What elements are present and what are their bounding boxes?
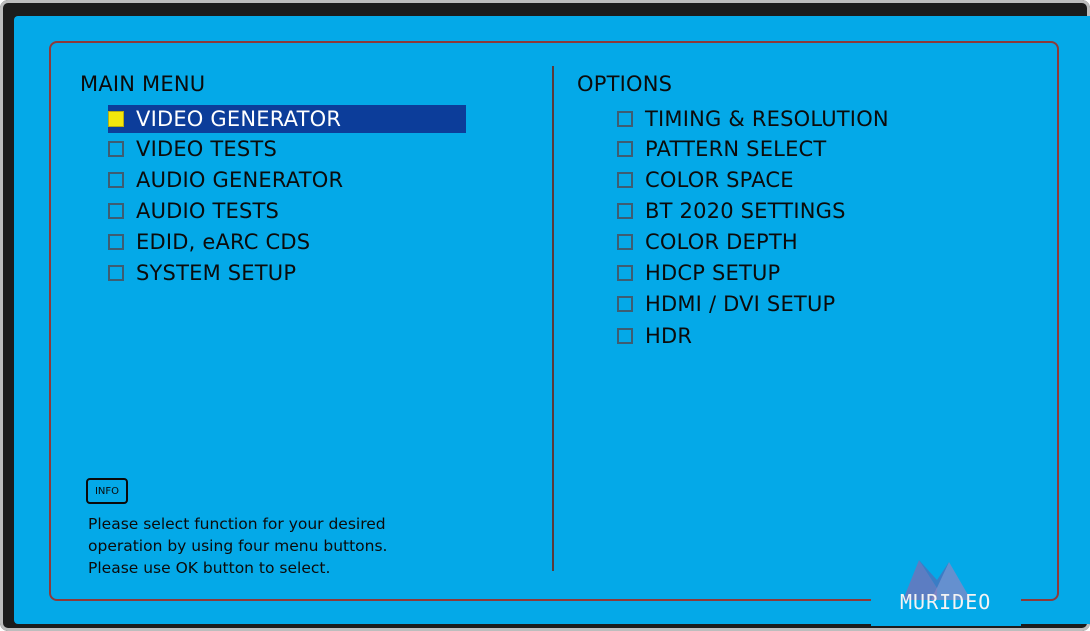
menu-item-label: AUDIO GENERATOR <box>136 168 344 192</box>
menu-screen: MAIN MENU VIDEO GENERATOR VIDEO TESTS AU… <box>14 16 1090 626</box>
main-menu-title: MAIN MENU <box>80 72 206 96</box>
option-pattern-select[interactable]: PATTERN SELECT <box>617 135 826 163</box>
checkbox-icon <box>108 265 124 281</box>
checkbox-icon <box>617 265 633 281</box>
menu-item-label: SYSTEM SETUP <box>136 261 297 285</box>
option-label: TIMING & RESOLUTION <box>645 107 889 131</box>
option-label: HDCP SETUP <box>645 261 781 285</box>
checkbox-icon <box>617 172 633 188</box>
menu-item-audio-tests[interactable]: AUDIO TESTS <box>108 197 279 225</box>
menu-item-video-tests[interactable]: VIDEO TESTS <box>108 135 277 163</box>
option-label: HDMI / DVI SETUP <box>645 292 836 316</box>
column-divider <box>552 66 554 571</box>
checkbox-icon <box>617 328 633 344</box>
option-color-space[interactable]: COLOR SPACE <box>617 166 794 194</box>
checkbox-icon <box>617 296 633 312</box>
option-hdr[interactable]: HDR <box>617 322 692 350</box>
help-line: Please use OK button to select. <box>88 559 331 577</box>
option-color-depth[interactable]: COLOR DEPTH <box>617 228 798 256</box>
menu-item-video-generator[interactable]: VIDEO GENERATOR <box>108 105 466 133</box>
checkbox-icon <box>108 172 124 188</box>
checkbox-icon <box>108 203 124 219</box>
menu-item-label: VIDEO GENERATOR <box>136 107 342 131</box>
checkbox-icon <box>617 141 633 157</box>
help-line: operation by using four menu buttons. <box>88 537 388 555</box>
option-label: BT 2020 SETTINGS <box>645 199 846 223</box>
brand-area: MURIDEO <box>871 560 1021 626</box>
option-label: PATTERN SELECT <box>645 137 827 161</box>
option-label: HDR <box>645 324 693 348</box>
menu-item-label: VIDEO TESTS <box>136 137 277 161</box>
options-title: OPTIONS <box>577 72 673 96</box>
option-hdcp-setup[interactable]: HDCP SETUP <box>617 259 780 287</box>
checkbox-icon <box>617 111 633 127</box>
option-label: COLOR SPACE <box>645 168 794 192</box>
info-button[interactable]: INFO <box>86 478 128 504</box>
menu-item-system-setup[interactable]: SYSTEM SETUP <box>108 259 296 287</box>
menu-item-label: EDID, eARC CDS <box>136 230 311 254</box>
option-timing-resolution[interactable]: TIMING & RESOLUTION <box>617 105 889 133</box>
checkbox-icon <box>108 141 124 157</box>
option-label: COLOR DEPTH <box>645 230 798 254</box>
menu-item-label: AUDIO TESTS <box>136 199 280 223</box>
option-bt-2020-settings[interactable]: BT 2020 SETTINGS <box>617 197 846 225</box>
help-text: Please select function for your desired … <box>88 513 528 579</box>
checkbox-icon <box>108 234 124 250</box>
brand-name: MURIDEO <box>900 590 992 614</box>
help-line: Please select function for your desired <box>88 515 386 533</box>
option-hdmi-dvi-setup[interactable]: HDMI / DVI SETUP <box>617 290 835 318</box>
monitor-bezel: MAIN MENU VIDEO GENERATOR VIDEO TESTS AU… <box>0 0 1090 631</box>
checkbox-icon <box>617 203 633 219</box>
checkbox-icon <box>617 234 633 250</box>
checkbox-icon <box>108 111 124 127</box>
menu-item-edid-earc-cds[interactable]: EDID, eARC CDS <box>108 228 310 256</box>
menu-item-audio-generator[interactable]: AUDIO GENERATOR <box>108 166 343 194</box>
